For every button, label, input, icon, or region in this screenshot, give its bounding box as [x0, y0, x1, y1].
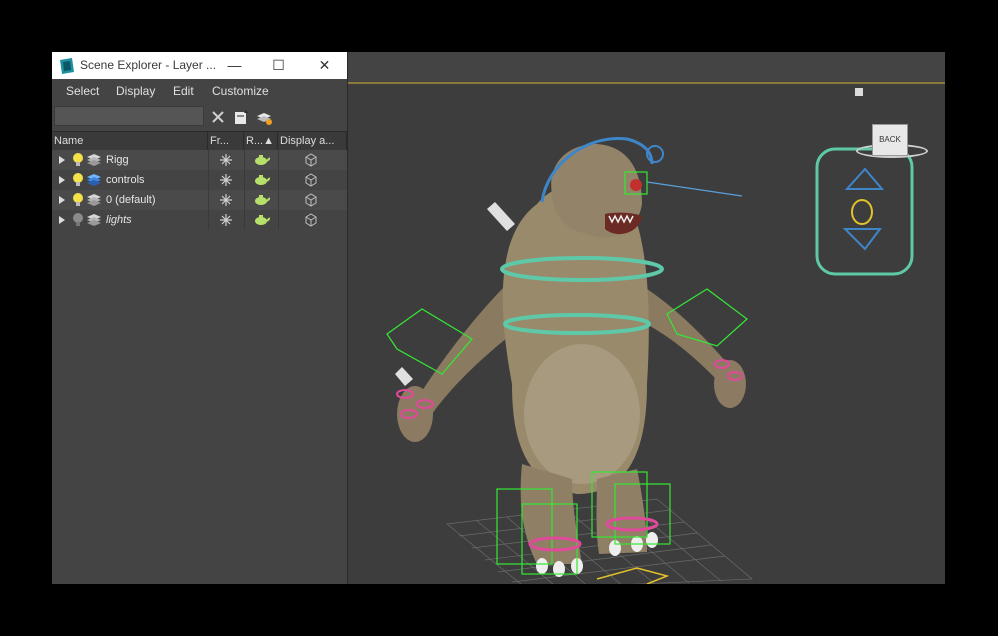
lightbulb-on-icon[interactable]: [71, 172, 85, 188]
column-display-as-box[interactable]: Display a...: [278, 132, 347, 150]
expand-arrow-icon[interactable]: [58, 175, 66, 185]
viewcube[interactable]: BACK: [856, 124, 928, 164]
viewcube-face-back[interactable]: BACK: [872, 124, 908, 156]
layer-row-controls[interactable]: controls: [52, 170, 347, 190]
window-title: Scene Explorer - Layer ...: [80, 58, 217, 72]
viewport-label-bar[interactable]: [347, 52, 945, 84]
3ds-max-app-icon: [60, 58, 74, 74]
viewport-scene: [386, 136, 914, 584]
menu-display[interactable]: Display: [116, 84, 155, 98]
lightbulb-on-icon[interactable]: [71, 192, 85, 208]
box-icon[interactable]: [304, 153, 318, 167]
maximize-button[interactable]: ☐: [256, 52, 301, 79]
column-freeze[interactable]: Fr...: [208, 132, 244, 150]
layer-name[interactable]: Rigg: [106, 154, 129, 166]
snowflake-icon[interactable]: [219, 173, 233, 187]
rig-gui-panel[interactable]: [815, 147, 914, 276]
expand-arrow-icon[interactable]: [58, 155, 66, 165]
expand-arrow-icon[interactable]: [58, 195, 66, 205]
teapot-icon[interactable]: [252, 153, 270, 167]
minimize-button[interactable]: —: [212, 52, 257, 79]
menu-customize[interactable]: Customize: [212, 84, 269, 98]
rig-gui-center-circle[interactable]: [851, 199, 873, 225]
menu-select[interactable]: Select: [66, 84, 99, 98]
toolbar: [52, 104, 347, 132]
rig-gui-lower-shape[interactable]: [842, 228, 882, 251]
layer-row-rigg[interactable]: Rigg: [52, 150, 347, 170]
layer-list: Rigg controls 0 (default) lights: [52, 150, 347, 230]
scene-explorer-window: Scene Explorer - Layer ... — ☐ ✕ Select …: [52, 52, 348, 584]
layer-row-default[interactable]: 0 (default): [52, 190, 347, 210]
menu-bar: Select Display Edit Customize: [52, 80, 347, 104]
new-layer-icon[interactable]: [255, 108, 273, 126]
box-icon[interactable]: [304, 173, 318, 187]
shoulder-helper[interactable]: [487, 202, 515, 231]
teapot-icon[interactable]: [252, 173, 270, 187]
clear-search-icon[interactable]: [209, 108, 227, 126]
snowflake-icon[interactable]: [219, 213, 233, 227]
snowflake-icon[interactable]: [219, 153, 233, 167]
menu-edit[interactable]: Edit: [173, 84, 194, 98]
box-icon[interactable]: [304, 193, 318, 207]
rig-gui-upper-shape[interactable]: [844, 167, 885, 190]
layer-stack-active-icon: [87, 174, 101, 186]
close-button[interactable]: ✕: [302, 52, 347, 79]
wrist-helper[interactable]: [395, 367, 413, 386]
column-render[interactable]: R...▲: [244, 132, 278, 150]
look-at-line: [646, 181, 743, 197]
teapot-icon[interactable]: [252, 213, 270, 227]
layer-name[interactable]: controls: [106, 174, 145, 186]
layer-row-lights[interactable]: lights: [52, 210, 347, 230]
layer-name[interactable]: 0 (default): [106, 194, 156, 206]
lightbulb-on-icon[interactable]: [71, 152, 85, 168]
creature-model[interactable]: [397, 144, 746, 577]
home-icon[interactable]: [855, 88, 863, 96]
lightbulb-off-icon[interactable]: [71, 212, 85, 228]
viewport-frame: BACK: [347, 52, 945, 584]
layer-stack-icon: [87, 154, 101, 166]
expand-arrow-icon[interactable]: [58, 215, 66, 225]
3d-viewport[interactable]: BACK: [347, 84, 945, 584]
column-header-row: Name Fr... R...▲ Display a...: [52, 131, 347, 151]
column-name[interactable]: Name: [52, 132, 208, 150]
teapot-icon[interactable]: [252, 193, 270, 207]
layer-stack-icon: [87, 194, 101, 206]
layer-name[interactable]: lights: [106, 214, 132, 226]
box-icon[interactable]: [304, 213, 318, 227]
search-input[interactable]: [54, 106, 204, 126]
add-to-layer-icon[interactable]: [232, 108, 250, 126]
snowflake-icon[interactable]: [219, 193, 233, 207]
title-bar[interactable]: Scene Explorer - Layer ... — ☐ ✕: [52, 52, 347, 79]
layer-stack-icon: [87, 214, 101, 226]
